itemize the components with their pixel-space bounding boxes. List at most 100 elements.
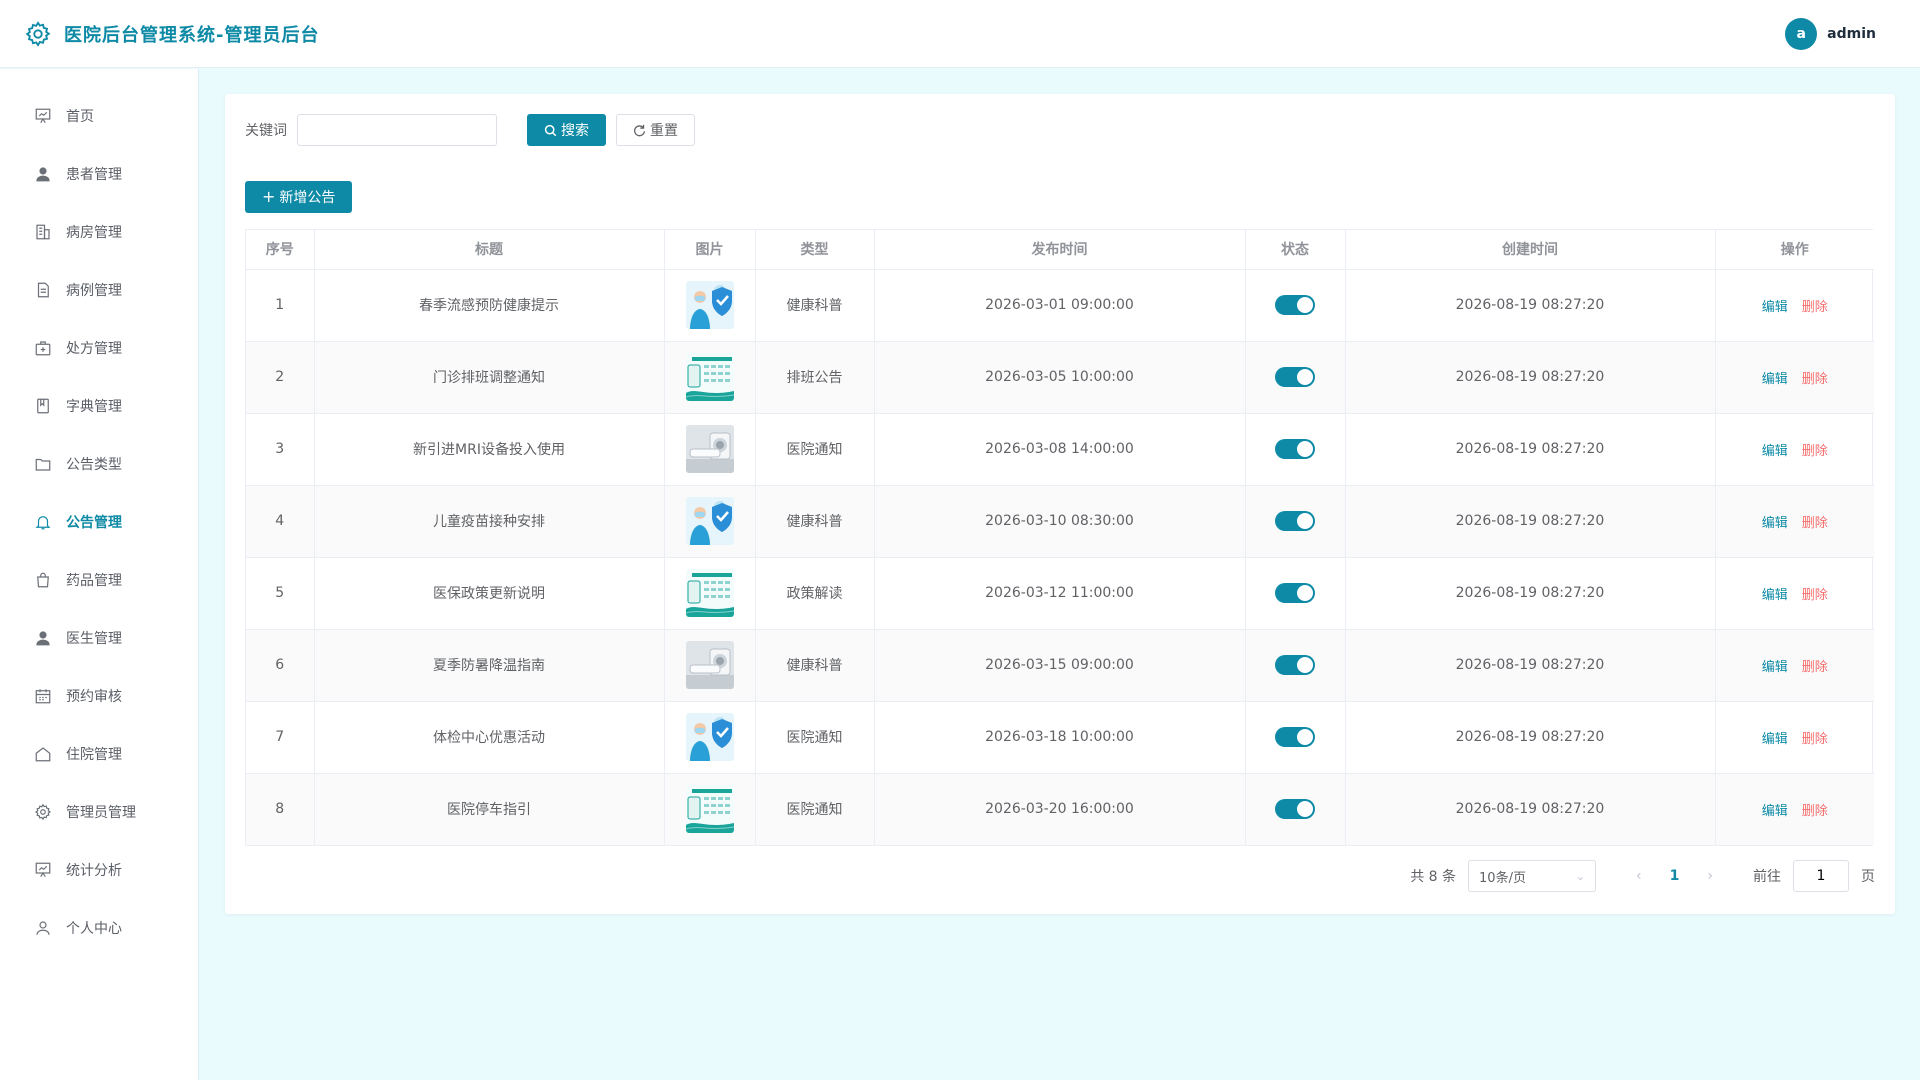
delete-link[interactable]: 删除 <box>1802 732 1828 747</box>
edit-link[interactable]: 编辑 <box>1762 660 1788 675</box>
sidebar-item-1[interactable]: 患者管理 <box>0 145 198 203</box>
cell-type: 排班公告 <box>755 341 875 414</box>
status-toggle[interactable] <box>1275 655 1315 675</box>
sidebar-item-5[interactable]: 字典管理 <box>0 377 198 435</box>
sidebar-item-label: 个人中心 <box>66 921 122 937</box>
search-button[interactable]: 搜索 <box>527 114 606 146</box>
user-icon <box>36 167 50 182</box>
edit-link[interactable]: 编辑 <box>1762 300 1788 315</box>
cell-no: 5 <box>246 557 315 630</box>
thumbnail-image[interactable] <box>685 641 734 689</box>
edit-link[interactable]: 编辑 <box>1762 732 1788 747</box>
cell-no: 1 <box>246 269 315 342</box>
sidebar-item-13[interactable]: 统计分析 <box>0 841 198 899</box>
sidebar-item-9[interactable]: 医生管理 <box>0 609 198 667</box>
delete-link[interactable]: 删除 <box>1802 444 1828 459</box>
goto-label: 前往 <box>1753 869 1781 885</box>
status-toggle[interactable] <box>1275 511 1315 531</box>
sidebar-item-label: 医生管理 <box>66 631 122 647</box>
edit-link[interactable]: 编辑 <box>1762 444 1788 459</box>
cell-status <box>1245 341 1346 414</box>
delete-link[interactable]: 删除 <box>1802 516 1828 531</box>
col-header-actions: 操作 <box>1715 230 1874 270</box>
notebook-icon <box>37 398 49 414</box>
sidebar-item-3[interactable]: 病例管理 <box>0 261 198 319</box>
sidebar-item-0[interactable]: 首页 <box>0 87 198 145</box>
page-number-current[interactable]: 1 <box>1660 868 1690 884</box>
sidebar-item-10[interactable]: 预约审核 <box>0 667 198 725</box>
sidebar-item-4[interactable]: 处方管理 <box>0 319 198 377</box>
cell-title: 医院停车指引 <box>314 773 665 845</box>
status-toggle[interactable] <box>1275 799 1315 820</box>
cell-title: 儿童疫苗接种安排 <box>314 485 665 558</box>
cell-title: 体检中心优惠活动 <box>314 701 665 774</box>
cell-created-time: 2026-08-19 08:27:20 <box>1345 701 1716 774</box>
search-button-label: 搜索 <box>561 123 589 139</box>
thumbnail-image[interactable] <box>685 281 734 329</box>
chevron-down-icon: ⌄ <box>1575 869 1586 883</box>
top-header: 医院后台管理系统-管理员后台 a admin <box>0 0 1920 68</box>
sidebar-item-6[interactable]: 公告类型 <box>0 435 198 493</box>
sidebar-item-label: 字典管理 <box>66 399 122 415</box>
cell-no: 7 <box>246 701 315 774</box>
add-announcement-button[interactable]: + 新增公告 <box>245 181 353 213</box>
status-toggle[interactable] <box>1275 439 1315 459</box>
thumbnail-image[interactable] <box>685 353 734 401</box>
delete-link[interactable]: 删除 <box>1802 300 1828 315</box>
sidebar-item-14[interactable]: 个人中心 <box>0 899 198 957</box>
cell-actions: 编辑 删除 <box>1715 629 1874 702</box>
edit-link[interactable]: 编辑 <box>1762 588 1788 603</box>
thumbnail-image[interactable] <box>685 497 734 545</box>
edit-link[interactable]: 编辑 <box>1762 804 1788 819</box>
sidebar-item-12[interactable]: 管理员管理 <box>0 783 198 841</box>
thumbnail-image[interactable] <box>685 569 734 617</box>
cell-status <box>1245 413 1346 486</box>
delete-link[interactable]: 删除 <box>1802 804 1828 819</box>
status-toggle[interactable] <box>1275 727 1315 747</box>
username[interactable]: admin <box>1827 26 1876 42</box>
delete-link[interactable]: 删除 <box>1802 660 1828 675</box>
delete-link[interactable]: 删除 <box>1802 372 1828 387</box>
cell-no: 4 <box>246 485 315 558</box>
keyword-input[interactable] <box>297 114 497 146</box>
sidebar-item-8[interactable]: 药品管理 <box>0 551 198 609</box>
page-size-select[interactable]: 10条/页 ⌄ <box>1468 860 1597 892</box>
status-toggle[interactable] <box>1275 367 1315 387</box>
sidebar-item-11[interactable]: 住院管理 <box>0 725 198 783</box>
sidebar-item-label: 公告管理 <box>66 515 122 531</box>
thumbnail-image[interactable] <box>685 425 734 473</box>
cell-publish-time: 2026-03-08 14:00:00 <box>874 413 1246 486</box>
keyword-label: 关键词 <box>245 123 287 139</box>
sidebar-item-label: 管理员管理 <box>66 805 136 821</box>
sidebar-item-7[interactable]: 公告管理 <box>0 493 198 551</box>
cell-image <box>664 629 756 702</box>
cell-publish-time: 2026-03-10 08:30:00 <box>874 485 1246 558</box>
cell-image <box>664 485 756 558</box>
cell-type: 医院通知 <box>755 413 875 486</box>
thumbnail-image[interactable] <box>685 713 734 761</box>
next-page-button[interactable]: › <box>1701 868 1719 884</box>
edit-link[interactable]: 编辑 <box>1762 516 1788 531</box>
sidebar-item-label: 病房管理 <box>66 225 122 241</box>
cell-status <box>1245 629 1346 702</box>
prev-page-button[interactable]: ‹ <box>1630 868 1648 884</box>
thumbnail-image[interactable] <box>685 785 734 834</box>
document-icon <box>37 282 49 298</box>
goto-page-input[interactable] <box>1793 860 1849 892</box>
cell-publish-time: 2026-03-05 10:00:00 <box>874 341 1246 414</box>
status-toggle[interactable] <box>1275 295 1315 315</box>
user-menu[interactable]: a admin <box>1785 17 1876 50</box>
cell-image <box>664 701 756 774</box>
page-suffix: 页 <box>1861 869 1875 885</box>
sidebar-item-2[interactable]: 病房管理 <box>0 203 198 261</box>
cell-actions: 编辑 删除 <box>1715 413 1874 486</box>
reset-button[interactable]: 重置 <box>616 114 695 146</box>
status-toggle[interactable] <box>1275 583 1315 603</box>
table-row: 8 医院停车指引 医院通知 2026-03-20 16:00:00 2026-08-19… <box>246 773 1874 845</box>
sidebar-item-label: 统计分析 <box>66 863 122 879</box>
avatar[interactable]: a <box>1785 17 1818 50</box>
sidebar-item-label: 处方管理 <box>66 341 122 357</box>
edit-link[interactable]: 编辑 <box>1762 372 1788 387</box>
calendar-icon <box>35 689 51 704</box>
delete-link[interactable]: 删除 <box>1802 588 1828 603</box>
